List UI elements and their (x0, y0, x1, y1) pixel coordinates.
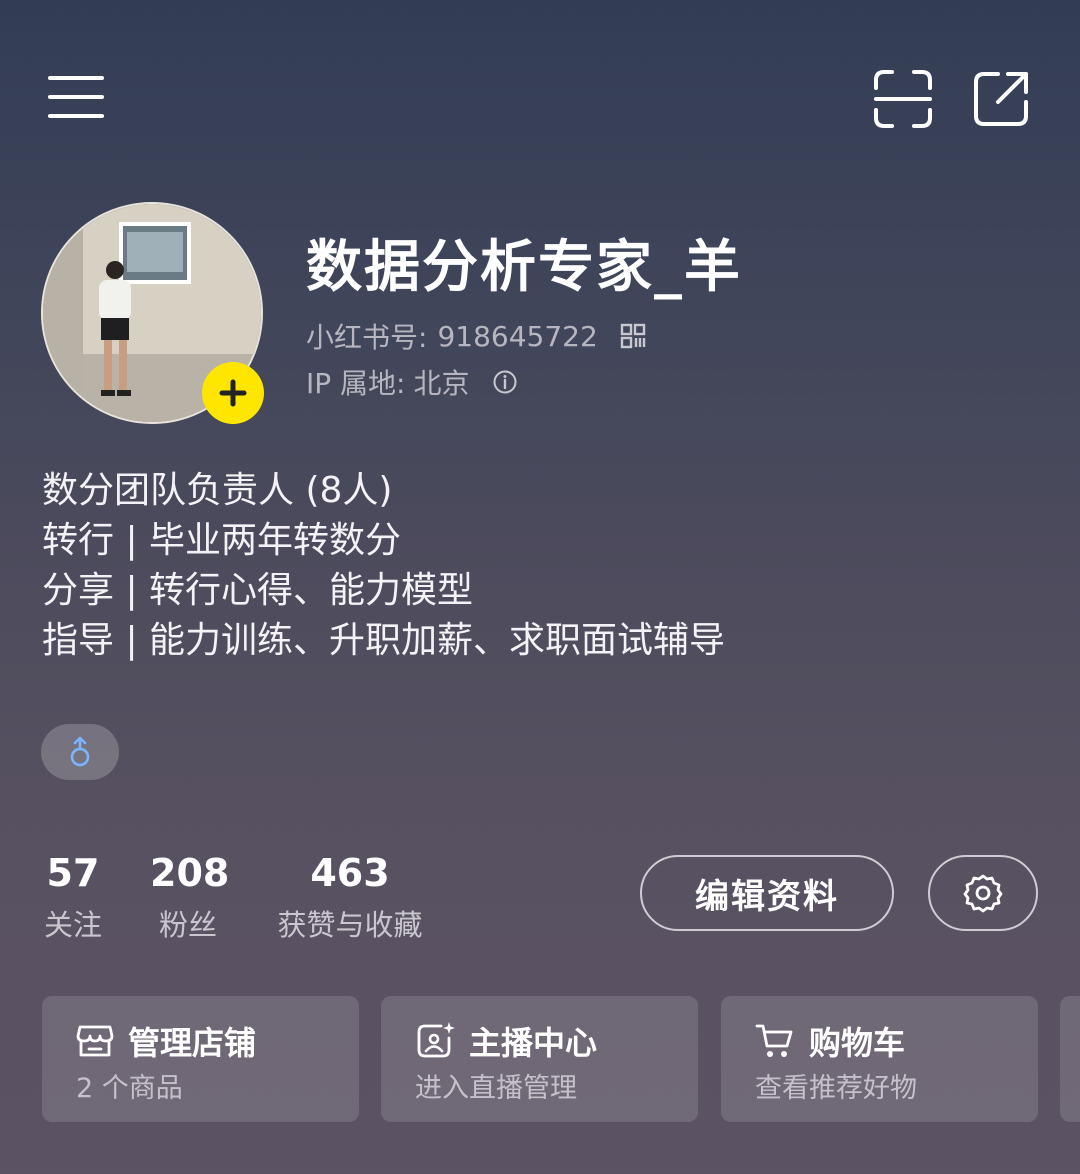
card-shopping-cart[interactable]: 购物车 查看推荐好物 (721, 996, 1038, 1122)
card-manage-store[interactable]: 管理店铺 2 个商品 (42, 996, 359, 1122)
red-id-row: 小红书号: 918645722 (306, 316, 646, 356)
bio-line: 转行 | 毕业两年转数分 (42, 520, 402, 561)
fans-label: 粉丝 (158, 908, 217, 942)
bio: 数分团队负责人 (8人) 转行 | 毕业两年转数分 分享 | 转行心得、能力模型… (42, 466, 725, 666)
following-label: 关注 (43, 908, 102, 942)
menu-button[interactable] (46, 72, 106, 122)
store-icon (76, 1025, 114, 1057)
likes-label: 获赞与收藏 (277, 908, 423, 942)
likes-count: 463 (310, 851, 390, 895)
live-host-icon (417, 1022, 455, 1058)
card-title: 主播中心 (469, 1024, 598, 1062)
male-icon (70, 736, 90, 767)
stat-fans[interactable]: 208 粉丝 (150, 850, 230, 944)
plus-icon (219, 379, 247, 407)
gear-icon (963, 874, 1003, 913)
hamburger-menu-icon (48, 76, 104, 118)
add-avatar-button[interactable] (202, 362, 264, 424)
gender-tag[interactable] (41, 724, 119, 780)
cart-icon (755, 1024, 793, 1057)
stat-following[interactable]: 57 关注 (42, 850, 104, 944)
card-title: 管理店铺 (128, 1024, 257, 1062)
card-subtitle: 进入直播管理 (415, 1073, 577, 1104)
card-subtitle: 2 个商品 (76, 1073, 183, 1104)
edit-profile-button[interactable]: 编辑资料 (640, 855, 894, 931)
card-partial-next[interactable] (1060, 996, 1080, 1122)
stat-likes-collects[interactable]: 463 获赞与收藏 (270, 850, 430, 944)
card-subtitle: 查看推荐好物 (755, 1073, 917, 1104)
nickname: 数据分析专家_羊 (306, 235, 742, 300)
red-id-label: 小红书号: (306, 321, 428, 354)
bio-line: 数分团队负责人 (8人) (42, 470, 393, 511)
ip-label: IP 属地: (306, 367, 406, 400)
card-title: 购物车 (809, 1024, 906, 1062)
info-icon[interactable] (492, 369, 518, 395)
card-host-center[interactable]: 主播中心 进入直播管理 (381, 996, 698, 1122)
bio-line: 指导 | 能力训练、升职加薪、求职面试辅导 (42, 620, 726, 661)
ip-location: 北京 (413, 367, 470, 400)
red-id-value: 918645722 (437, 319, 598, 353)
qr-code-icon[interactable] (620, 323, 646, 349)
following-count: 57 (46, 851, 100, 895)
share-button[interactable] (970, 68, 1034, 130)
settings-button[interactable] (928, 855, 1038, 931)
scan-button[interactable] (872, 68, 934, 130)
fans-count: 208 (150, 851, 230, 895)
share-icon (974, 72, 1028, 126)
scan-icon (874, 70, 932, 128)
bio-line: 分享 | 转行心得、能力模型 (42, 570, 474, 611)
ip-location-row: IP 属地: 北京 (306, 362, 518, 402)
